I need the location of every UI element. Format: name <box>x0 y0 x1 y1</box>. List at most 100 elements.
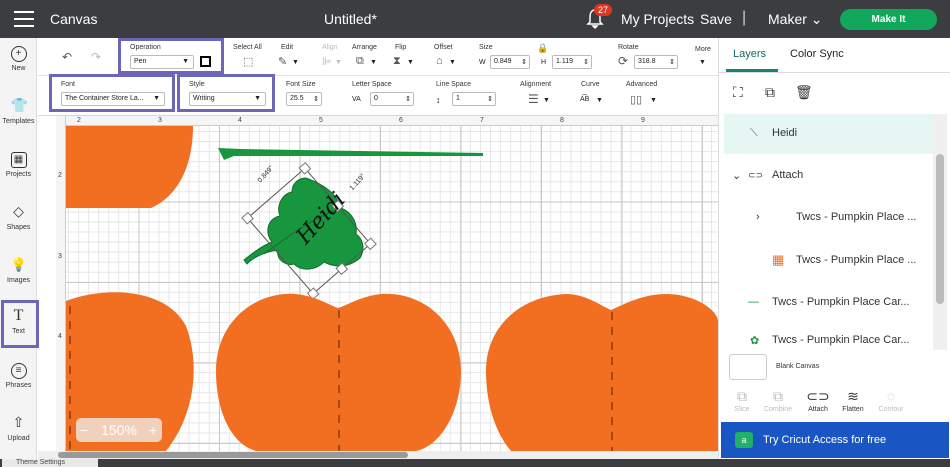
nav-label: Phrases <box>5 382 32 389</box>
undo-icon[interactable]: ↶ <box>62 50 72 64</box>
upload-icon: ⇧ <box>12 414 25 430</box>
make-it-button[interactable]: Make It <box>840 9 937 30</box>
flatten-button[interactable]: ≋ Flatten <box>836 388 870 413</box>
tab-color-sync[interactable]: Color Sync <box>790 48 844 60</box>
machine-select[interactable]: Maker ⌄ <box>768 11 823 28</box>
duplicate-icon[interactable]: ⧉ <box>765 84 775 101</box>
font-size-value: 25.5 <box>290 95 304 102</box>
group-icon[interactable]: ⛶ <box>733 84 743 101</box>
notification-badge: 27 <box>594 4 613 16</box>
blank-canvas-swatch[interactable] <box>729 354 767 380</box>
alignment-icon[interactable]: ☰ <box>528 92 539 106</box>
blank-canvas-label: Blank Canvas <box>776 363 820 370</box>
my-projects-link[interactable]: My Projects <box>621 11 694 27</box>
nav-shapes[interactable]: ◇ Shapes <box>0 203 37 231</box>
layer-item[interactable]: — Twcs - Pumpkin Place Car... <box>724 283 934 323</box>
nav-phrases[interactable]: ≡ Phrases <box>0 363 37 389</box>
scroll-thumb[interactable] <box>936 154 944 304</box>
font-size-input[interactable]: 25.5 ⇕ <box>286 92 322 106</box>
rotate-input[interactable]: 318.8 ⇕ <box>634 55 678 69</box>
redo-icon[interactable]: ↷ <box>91 50 101 64</box>
shapes-icon: ◇ <box>13 203 24 219</box>
delete-icon[interactable]: 🗑 <box>795 84 813 101</box>
canvas-artwork <box>66 126 718 451</box>
layer-item[interactable]: ▦ Twcs - Pumpkin Place ... <box>724 241 934 281</box>
lock-icon[interactable]: 🔒 <box>537 43 548 54</box>
theme-settings-button[interactable]: Theme Settings <box>2 459 98 467</box>
cricut-access-banner[interactable]: a Try Cricut Access for free <box>721 422 949 458</box>
stepper-icon[interactable]: ⇕ <box>669 58 675 66</box>
layer-label: Twcs - Pumpkin Place ... <box>796 211 917 223</box>
select-all-icon[interactable]: ⬚ <box>243 55 253 68</box>
height-input[interactable]: 1.119 ⇕ <box>552 55 592 69</box>
pumpkin-stem <box>218 148 483 160</box>
document-title[interactable]: Untitled* <box>324 11 377 27</box>
align-icon[interactable]: ⊫ <box>322 55 332 68</box>
size-label: Size <box>479 44 493 51</box>
flip-label: Flip <box>395 44 407 51</box>
chevron-right-icon[interactable]: › <box>756 211 760 223</box>
stepper-icon[interactable]: ⇕ <box>405 95 411 103</box>
nav-label: Shapes <box>6 224 31 231</box>
combine-button[interactable]: ⧉ Combine <box>761 388 795 413</box>
layer-item[interactable]: ⟍ Heidi <box>724 114 934 154</box>
zoom-out-icon[interactable]: − <box>80 418 88 442</box>
nav-upload[interactable]: ⇧ Upload <box>0 414 37 442</box>
layer-label: Twcs - Pumpkin Place ... <box>796 254 917 266</box>
cricut-access-label: Try Cricut Access for free <box>763 434 887 446</box>
caret-down-icon: ▼ <box>596 97 603 104</box>
layer-item[interactable]: › Twcs - Pumpkin Place ... <box>724 198 934 238</box>
layers-scrollbar[interactable] <box>933 114 947 350</box>
alignment-label: Alignment <box>520 81 552 88</box>
nav-label: Projects <box>5 171 32 178</box>
line-space-value: 1 <box>456 95 460 102</box>
caret-down-icon[interactable]: ▼ <box>699 59 706 66</box>
tab-layers[interactable]: Layers <box>733 48 766 60</box>
width-value: 0.849 <box>494 58 512 65</box>
width-input[interactable]: 0.849 ⇕ <box>490 55 530 69</box>
caret-down-icon: ▼ <box>650 97 657 104</box>
nav-new[interactable]: + New <box>0 46 37 72</box>
offset-icon[interactable]: ⌂ <box>436 55 443 67</box>
nav-templates[interactable]: 👕 Templates <box>0 98 37 125</box>
ruler-tick-label: 7 <box>480 117 484 124</box>
ruler-tick-label: 9 <box>641 117 645 124</box>
edit-icon[interactable]: ✎ <box>278 55 287 68</box>
stepper-icon[interactable]: ⇕ <box>521 58 527 66</box>
save-button[interactable]: Save <box>700 11 732 27</box>
text-toolbar: Font The Container Store La... ▼ Style Wr… <box>38 74 718 116</box>
scroll-thumb[interactable] <box>58 452 408 458</box>
stepper-icon[interactable]: ⇕ <box>487 95 493 103</box>
nav-images[interactable]: 💡 Images <box>0 258 37 284</box>
letter-space-input[interactable]: 0 ⇕ <box>370 92 414 106</box>
ruler-left: 2 3 4 <box>56 116 66 451</box>
letter-space-icon: VA <box>352 96 361 103</box>
more-label[interactable]: More <box>695 46 711 53</box>
attach-button[interactable]: ⊂⊃ Attach <box>801 388 835 413</box>
menu-icon[interactable] <box>14 11 34 27</box>
horizontal-scrollbar[interactable] <box>38 451 718 459</box>
slice-button[interactable]: ⧉ Slice <box>725 388 759 413</box>
design-canvas[interactable]: Heidi 0.849" 1.119" <box>66 126 718 451</box>
chevron-down-icon[interactable]: ⌄ <box>732 169 741 182</box>
stepper-icon[interactable]: ⇕ <box>313 95 319 103</box>
arrange-icon[interactable]: ⧉ <box>356 55 364 68</box>
projects-icon: ▦ <box>10 152 27 168</box>
layer-item[interactable]: ⌄ ⊂⊃ Attach <box>724 156 934 196</box>
bulb-icon: 💡 <box>10 257 27 272</box>
zoom-in-icon[interactable]: + <box>149 418 157 442</box>
ruler-tick-label: 2 <box>77 117 81 124</box>
contour-button[interactable]: ◌ Contour <box>874 388 908 413</box>
advanced-icon[interactable]: ▯▯ <box>630 93 642 106</box>
stepper-icon[interactable]: ⇕ <box>583 58 589 66</box>
line-space-label: Line Space <box>436 81 472 88</box>
ruler-tick-label: 6 <box>399 117 403 124</box>
curve-icon[interactable]: A͡B <box>580 96 589 103</box>
flip-icon[interactable]: ⧗ <box>393 55 401 68</box>
layer-item[interactable]: ✿ Twcs - Pumpkin Place Car... <box>724 326 934 350</box>
line-space-input[interactable]: 1 ⇕ <box>452 92 496 106</box>
nav-projects[interactable]: ▦ Projects <box>0 152 37 178</box>
select-all-label: Select All <box>233 44 262 51</box>
nav-label: Templates <box>2 118 35 125</box>
top-bar: Canvas Untitled* 27 My Projects Save | M… <box>0 0 950 38</box>
